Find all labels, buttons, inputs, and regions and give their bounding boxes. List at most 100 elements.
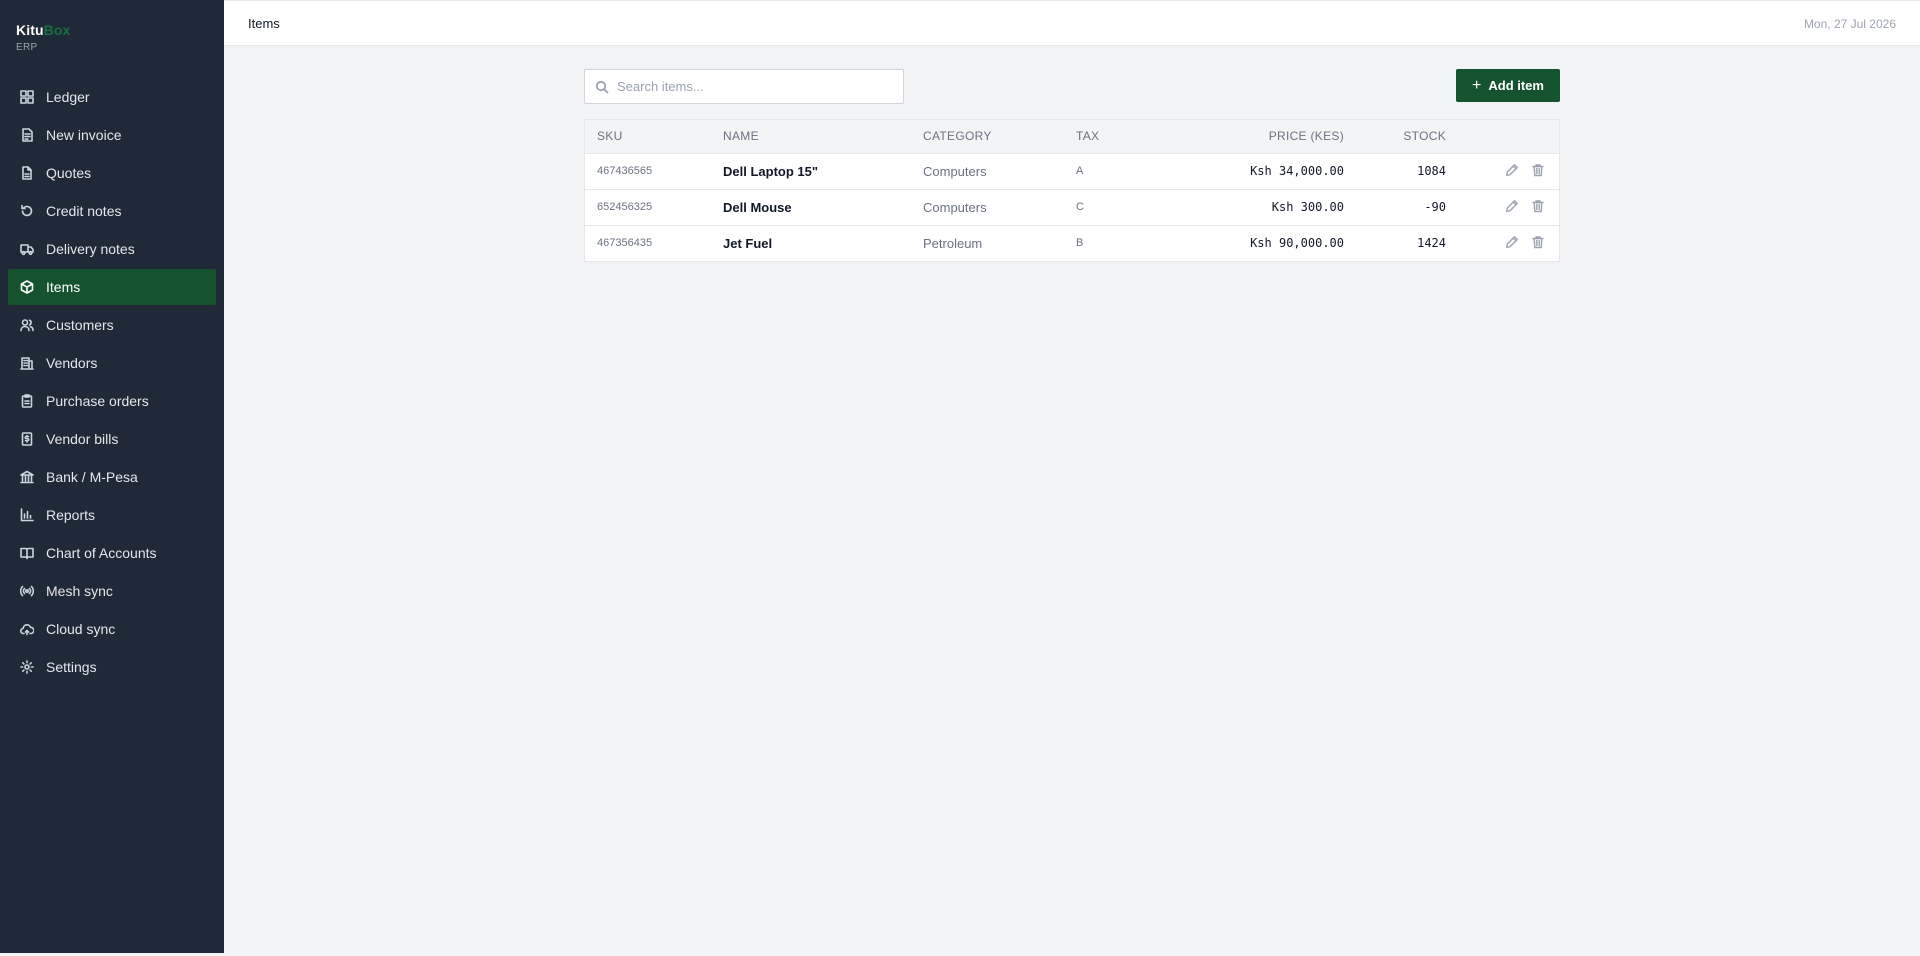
sidebar-item-label: Mesh sync: [46, 583, 113, 599]
brand: KituBox ERP: [16, 22, 70, 53]
cell-actions: [1446, 225, 1559, 261]
sidebar-item-bank-mpesa[interactable]: Bank / M-Pesa: [8, 459, 216, 495]
cell-tax: B: [1076, 237, 1084, 250]
truck-icon: [20, 242, 34, 256]
cell-price: Ksh 90,000.00: [1250, 236, 1344, 251]
table-row[interactable]: 652456325 Dell Mouse Computers C Ksh 300…: [585, 189, 1559, 225]
cell-tax: C: [1076, 201, 1084, 213]
book-icon: [20, 546, 34, 560]
column-header-name[interactable]: NAME: [723, 120, 923, 154]
cell-stock: 1424: [1417, 236, 1446, 251]
sidebar-item-new-invoice[interactable]: New invoice: [8, 117, 216, 153]
search-input[interactable]: [617, 79, 887, 94]
sidebar-item-items[interactable]: Items: [8, 269, 216, 305]
sidebar-item-ledger[interactable]: Ledger: [8, 79, 216, 115]
sidebar-item-label: Quotes: [46, 165, 92, 181]
cell-price: Ksh 34,000.00: [1250, 164, 1344, 178]
cell-price: Ksh 300.00: [1271, 200, 1344, 214]
cell-name: Dell Mouse: [723, 199, 792, 215]
search-box[interactable]: [584, 69, 904, 104]
sidebar-item-customers[interactable]: Customers: [8, 307, 216, 343]
sidebar-item-cloud-sync[interactable]: Cloud sync: [8, 611, 216, 647]
bank-icon: [20, 470, 34, 484]
add-item-button[interactable]: + Add item: [1456, 69, 1560, 102]
cell-sku: 467436565: [597, 165, 653, 177]
sidebar-nav: Ledger New invoice Quotes Credit notes D…: [8, 79, 216, 687]
add-item-label: Add item: [1488, 78, 1544, 93]
items-toolbar: + Add item: [584, 69, 1560, 104]
cell-actions: [1446, 153, 1559, 189]
edit-icon[interactable]: [1505, 163, 1519, 177]
cell-category: Computers: [923, 163, 987, 179]
users-icon: [20, 318, 34, 332]
sidebar-item-mesh-sync[interactable]: Mesh sync: [8, 573, 216, 609]
table-header-row: SKU NAME CATEGORY TAX PRICE (KES) STOCK: [585, 120, 1559, 154]
page-title: Items: [248, 16, 280, 31]
plus-icon: +: [1472, 76, 1482, 94]
sidebar-item-label: Vendor bills: [46, 431, 119, 447]
sidebar: KituBox ERP Ledger New invoice Quotes Cr…: [0, 0, 224, 953]
cell-name: Jet Fuel: [723, 235, 773, 251]
cell-actions: [1446, 189, 1559, 225]
gear-icon: [20, 660, 34, 674]
cell-stock: 1084: [1417, 164, 1446, 178]
items-table: SKU NAME CATEGORY TAX PRICE (KES) STOCK …: [584, 119, 1560, 262]
sidebar-item-label: Credit notes: [46, 203, 122, 219]
top-bar: Items Mon, 27 Jul 2026: [224, 0, 1920, 46]
column-header-tax[interactable]: TAX: [1076, 120, 1126, 154]
sidebar-item-label: Purchase orders: [46, 393, 149, 409]
edit-icon[interactable]: [1505, 235, 1519, 249]
table-row[interactable]: 467356435 Jet Fuel Petroleum B Ksh 90,00…: [585, 225, 1559, 261]
sidebar-item-purchase-orders[interactable]: Purchase orders: [8, 383, 216, 419]
sidebar-item-label: Vendors: [46, 355, 98, 371]
trash-icon[interactable]: [1531, 235, 1545, 249]
brand-subtitle: ERP: [16, 42, 38, 53]
sidebar-item-settings[interactable]: Settings: [8, 649, 216, 685]
column-header-category[interactable]: CATEGORY: [923, 120, 1076, 154]
document-icon: [20, 128, 34, 142]
cell-sku: 467356435: [597, 237, 653, 250]
sidebar-item-label: Customers: [46, 317, 114, 333]
brand-name-part2: Box: [43, 22, 71, 38]
sidebar-item-chart-of-accounts[interactable]: Chart of Accounts: [8, 535, 216, 571]
sidebar-item-vendors[interactable]: Vendors: [8, 345, 216, 381]
column-header-price[interactable]: PRICE (KES): [1126, 120, 1344, 154]
cell-stock: -90: [1424, 200, 1446, 214]
building-icon: [20, 356, 34, 370]
trash-icon[interactable]: [1531, 163, 1545, 177]
bar-chart-icon: [20, 508, 34, 522]
grid-icon: [20, 90, 34, 104]
cell-category: Computers: [923, 199, 987, 215]
sidebar-item-quotes[interactable]: Quotes: [8, 155, 216, 191]
cloud-icon: [20, 622, 34, 636]
sidebar-item-label: Settings: [46, 659, 97, 675]
sidebar-item-label: Delivery notes: [46, 241, 135, 257]
search-icon: [595, 80, 609, 94]
dollar-file-icon: [20, 432, 34, 446]
table-row[interactable]: 467436565 Dell Laptop 15" Computers A Ks…: [585, 153, 1559, 189]
sidebar-item-reports[interactable]: Reports: [8, 497, 216, 533]
sidebar-item-label: Bank / M-Pesa: [46, 469, 138, 485]
sidebar-item-label: Ledger: [46, 89, 90, 105]
sidebar-item-label: Cloud sync: [46, 621, 116, 637]
trash-icon[interactable]: [1531, 199, 1545, 213]
edit-icon[interactable]: [1505, 199, 1519, 213]
clipboard-icon: [20, 394, 34, 408]
sidebar-item-credit-notes[interactable]: Credit notes: [8, 193, 216, 229]
rotate-icon: [20, 204, 34, 218]
sidebar-item-vendor-bills[interactable]: Vendor bills: [8, 421, 216, 457]
file-icon: [20, 166, 34, 180]
sidebar-item-label: Chart of Accounts: [46, 545, 157, 561]
brand-name: KituBox: [16, 22, 70, 38]
column-header-stock[interactable]: STOCK: [1344, 120, 1446, 154]
broadcast-icon: [20, 584, 34, 598]
column-header-sku[interactable]: SKU: [585, 120, 723, 154]
column-header-actions: [1446, 120, 1559, 154]
current-date: Mon, 27 Jul 2026: [1803, 17, 1896, 31]
box-icon: [20, 280, 34, 294]
cell-category: Petroleum: [923, 235, 983, 251]
cell-name: Dell Laptop 15": [723, 163, 819, 179]
sidebar-item-label: Reports: [46, 507, 96, 523]
items-content: + Add item SKU NAME CATEGORY TAX PRICE (…: [584, 69, 1560, 262]
sidebar-item-delivery-notes[interactable]: Delivery notes: [8, 231, 216, 267]
